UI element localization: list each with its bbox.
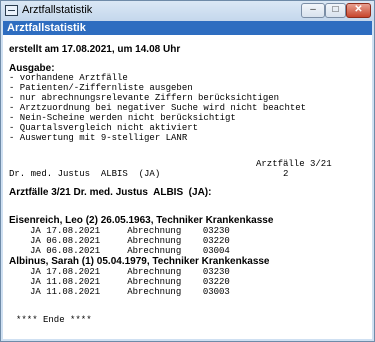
patient-heading: Eisenreich, Leo (2) 26.05.1963, Technike… bbox=[9, 215, 274, 226]
billing-row: JA 17.08.2021 Abrechnung 03230 bbox=[30, 267, 230, 277]
section-title: Arztfälle 3/21 Dr. med. Justus ALBIS (JA… bbox=[9, 187, 212, 198]
report-header-label: Arztfallstatistik bbox=[7, 22, 86, 34]
summary-doctor: Dr. med. Justus ALBIS (JA) bbox=[9, 169, 161, 179]
created-timestamp: erstellt am 17.08.2021, um 14.08 Uhr bbox=[9, 44, 181, 55]
maximize-button[interactable]: □ bbox=[325, 3, 346, 18]
option-line: - Arztzuordnung bei negativer Suche wird… bbox=[9, 103, 307, 113]
billing-row: JA 11.08.2021 Abrechnung 03003 bbox=[30, 287, 230, 297]
report-content[interactable]: erstellt am 17.08.2021, um 14.08 Uhr Aus… bbox=[3, 35, 372, 339]
billing-row: JA 17.08.2021 Abrechnung 03230 bbox=[30, 226, 230, 236]
summary-count: 2 bbox=[283, 169, 289, 179]
option-line: - vorhandene Arztfälle bbox=[9, 73, 128, 83]
billing-row: JA 11.08.2021 Abrechnung 03220 bbox=[30, 277, 230, 287]
option-line: - Auswertung mit 9-stelliger LANR bbox=[9, 133, 188, 143]
report-end-marker: **** Ende **** bbox=[16, 315, 92, 325]
billing-row: JA 06.08.2021 Abrechnung 03220 bbox=[30, 236, 230, 246]
close-button[interactable]: ✕ bbox=[346, 3, 371, 18]
app-icon bbox=[5, 5, 18, 16]
window-title: Arztfallstatistik bbox=[22, 4, 93, 16]
option-line: - nur abrechnungsrelevante Ziffern berüc… bbox=[9, 93, 280, 103]
option-line: - Patienten/-Ziffernliste ausgeben bbox=[9, 83, 193, 93]
report-window: Arztfallstatistik – □ ✕ Arztfallstatisti… bbox=[0, 0, 375, 342]
patient-heading: Albinus, Sarah (1) 05.04.1979, Techniker… bbox=[9, 256, 270, 267]
summary-header: Arztfälle 3/21 bbox=[256, 159, 332, 169]
billing-row: JA 06.08.2021 Abrechnung 03004 bbox=[30, 246, 230, 256]
option-line: - Quartalsvergleich nicht aktiviert bbox=[9, 123, 199, 133]
title-bar[interactable]: Arztfallstatistik – □ ✕ bbox=[1, 1, 374, 21]
minimize-button[interactable]: – bbox=[301, 3, 325, 18]
report-header-band: Arztfallstatistik bbox=[3, 21, 372, 35]
content-edge bbox=[368, 35, 372, 339]
option-line: - Nein-Scheine werden nicht berücksichti… bbox=[9, 113, 236, 123]
